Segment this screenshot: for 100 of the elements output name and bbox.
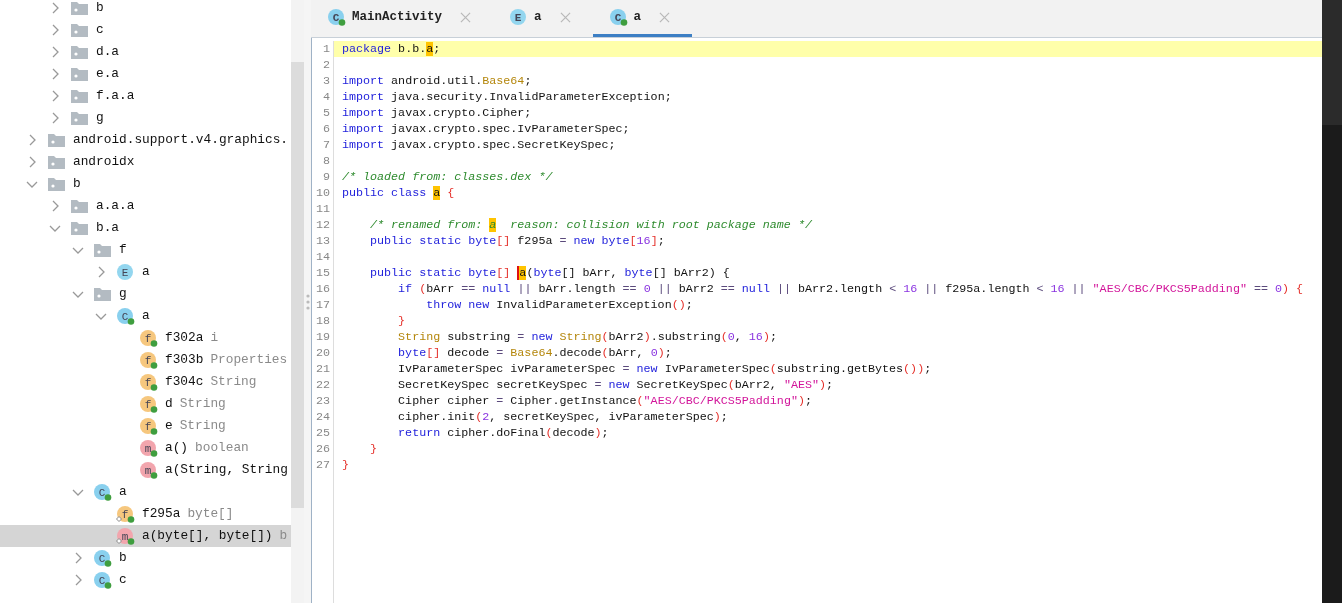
tree-item[interactable]: f d String [0, 393, 291, 415]
tree-item[interactable]: d.a [0, 41, 291, 63]
line-number: 13 [314, 233, 330, 249]
line-number: 12 [314, 217, 330, 233]
tree-item[interactable]: C c [0, 569, 291, 591]
folder-icon [70, 109, 89, 127]
item-label: b [96, 0, 104, 18]
tree-item[interactable]: f f295a byte[] [0, 503, 291, 525]
line-number: 7 [322, 137, 330, 153]
code-line: String substring = new String(bArr2).substring(0, 16); [397, 329, 778, 345]
editor-tab[interactable]: C a [592, 0, 693, 37]
field-icon: f [116, 505, 135, 523]
tree-item[interactable]: f f304c String [0, 371, 291, 393]
line-number: 17 [314, 297, 330, 313]
item-label: g [119, 285, 127, 304]
enum-icon: E [509, 8, 528, 26]
line-number: 25 [314, 425, 330, 441]
line-number: 1 [322, 41, 330, 57]
line-number: 4 [322, 89, 330, 105]
tree-item[interactable]: C a [0, 481, 291, 503]
field-icon: f [139, 373, 158, 391]
class-icon: C [93, 483, 112, 501]
code-line: SecretKeySpec secretKeySpec = new SecretKeySpec(bArr2, "AES"); [397, 377, 834, 393]
line-number: 21 [314, 361, 330, 377]
field-icon: f [139, 395, 158, 413]
close-icon[interactable] [659, 11, 671, 23]
tree-item[interactable]: b [0, 0, 291, 19]
editor-tab[interactable]: E a [493, 0, 593, 37]
tree-item[interactable]: m a(String, String [0, 459, 291, 481]
method-icon: m [139, 461, 158, 479]
tree-item[interactable]: m a() boolean [0, 437, 291, 459]
item-label: b.a [96, 219, 120, 238]
tree-item[interactable]: e.a [0, 63, 291, 85]
tree-item[interactable]: c [0, 19, 291, 41]
item-label: a [142, 307, 150, 326]
tree-item[interactable]: C b [0, 547, 291, 569]
tree-item[interactable]: a.a.a [0, 195, 291, 217]
tree-item[interactable]: f.a.a [0, 85, 291, 107]
tree-item[interactable]: f f302a i [0, 327, 291, 349]
item-type: String [210, 373, 257, 392]
line-number: 23 [314, 393, 330, 409]
line-number: 18 [314, 313, 330, 329]
tree-item[interactable]: g [0, 283, 291, 305]
folder-icon [70, 197, 89, 215]
tree-item[interactable]: f e String [0, 415, 291, 437]
tree-item[interactable]: m a(byte[], byte[]) b [0, 525, 291, 547]
line-number: 2 [322, 57, 330, 73]
folder-icon [47, 175, 66, 193]
code-line: public class a { [341, 185, 456, 201]
item-label: e.a [96, 65, 120, 84]
line-number: 15 [314, 265, 330, 281]
editor-tab[interactable]: C MainActivity [311, 0, 493, 37]
item-label: androidx [73, 153, 135, 172]
tree-item[interactable]: C a [0, 305, 291, 327]
tree-item[interactable]: b [0, 173, 291, 195]
line-number: 16 [314, 281, 330, 297]
folder-icon [70, 43, 89, 61]
tree-item[interactable]: E a [0, 261, 291, 283]
code-line: import java.security.InvalidParameterException; [341, 89, 673, 105]
item-type: b [279, 527, 288, 546]
code-line: } [397, 313, 407, 329]
tree-item[interactable]: android.support.v4.graphics. [0, 129, 291, 151]
code-line: /* loaded from: classes.dex */ [341, 169, 554, 185]
class-icon: C [608, 8, 628, 26]
item-type: boolean [195, 439, 249, 458]
item-label: android.support.v4.graphics. [73, 131, 289, 150]
tree-item[interactable]: b.a [0, 217, 291, 239]
code-line: Cipher cipher = Cipher.getInstance("AES/CBC/PKCS5Padding"); [397, 393, 813, 409]
line-number: 6 [322, 121, 330, 137]
code-line: throw new InvalidParameterException(); [425, 297, 694, 313]
method-icon: m [139, 439, 158, 457]
item-label: a() [165, 439, 189, 458]
method-icon: m [116, 527, 135, 545]
item-label: d [165, 395, 173, 414]
item-label: c [96, 21, 104, 40]
code-line: return cipher.doFinal(decode); [397, 425, 610, 441]
scrollbar[interactable] [291, 0, 304, 603]
close-icon[interactable] [460, 11, 471, 23]
item-type: i [210, 329, 219, 348]
tree-item[interactable]: androidx [0, 151, 291, 173]
folder-icon [47, 131, 66, 149]
folder-icon [70, 65, 89, 83]
tree-item[interactable]: f f303b Properties [0, 349, 291, 371]
tree-item[interactable]: f [0, 239, 291, 261]
line-number: 5 [322, 105, 330, 121]
field-icon: f [139, 417, 158, 435]
item-label: g [96, 109, 104, 128]
code-line: byte[] decode = Base64.decode(bArr, 0); [397, 345, 673, 361]
item-type: String [179, 417, 226, 436]
class-icon: C [93, 571, 112, 589]
line-number: 24 [314, 409, 330, 425]
code-line: import javax.crypto.spec.SecretKeySpec; [341, 137, 617, 153]
line-number: 11 [314, 201, 330, 217]
close-icon[interactable] [559, 11, 571, 23]
item-label: a(byte[], byte[]) [142, 527, 273, 546]
code-line: import android.util.Base64; [341, 73, 533, 89]
tree-item[interactable]: g [0, 107, 291, 129]
splitter-handle[interactable] [304, 0, 311, 603]
item-label: a.a.a [96, 197, 135, 216]
field-icon: f [139, 329, 158, 347]
